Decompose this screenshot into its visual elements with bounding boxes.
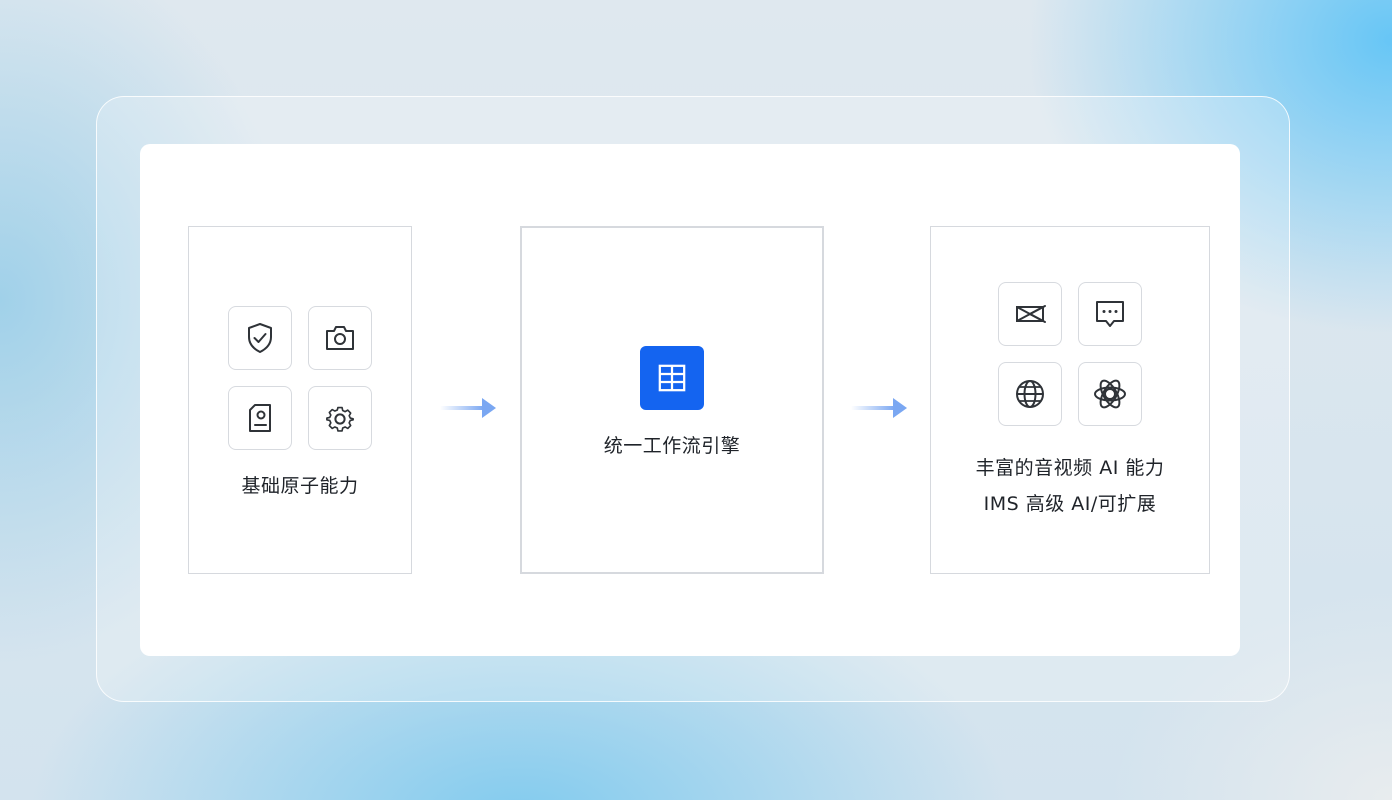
tile-atom: [1078, 362, 1142, 426]
table-grid-icon: [658, 364, 686, 392]
tile-video-cut: [998, 282, 1062, 346]
document-user-icon: [249, 404, 271, 432]
atom-icon: [1094, 379, 1126, 409]
tile-document: [228, 386, 292, 450]
tile-gear: [308, 386, 372, 450]
gear-icon: [326, 406, 354, 432]
chat-bubble-icon: [1096, 301, 1124, 327]
arrow-right-icon: [440, 398, 496, 418]
globe-icon: [1016, 380, 1044, 408]
shield-check-icon: [248, 323, 272, 353]
video-cut-icon: [1016, 305, 1046, 323]
panel-ai-capabilities: [930, 226, 1210, 574]
tile-shield: [228, 306, 292, 370]
tile-camera: [308, 306, 372, 370]
arrow-right-icon: [851, 398, 907, 418]
tile-chat: [1078, 282, 1142, 346]
camera-icon: [326, 326, 354, 350]
ai-capabilities-label-line1: 丰富的音视频 AI 能力: [975, 457, 1165, 479]
tile-globe: [998, 362, 1062, 426]
basic-capabilities-label: 基础原子能力: [241, 475, 359, 497]
ai-capabilities-label-line2: IMS 高级 AI/可扩展: [983, 493, 1157, 515]
engine-tile: [640, 346, 704, 410]
panel-basic-capabilities: [188, 226, 412, 574]
workflow-engine-label: 统一工作流引擎: [603, 435, 741, 457]
